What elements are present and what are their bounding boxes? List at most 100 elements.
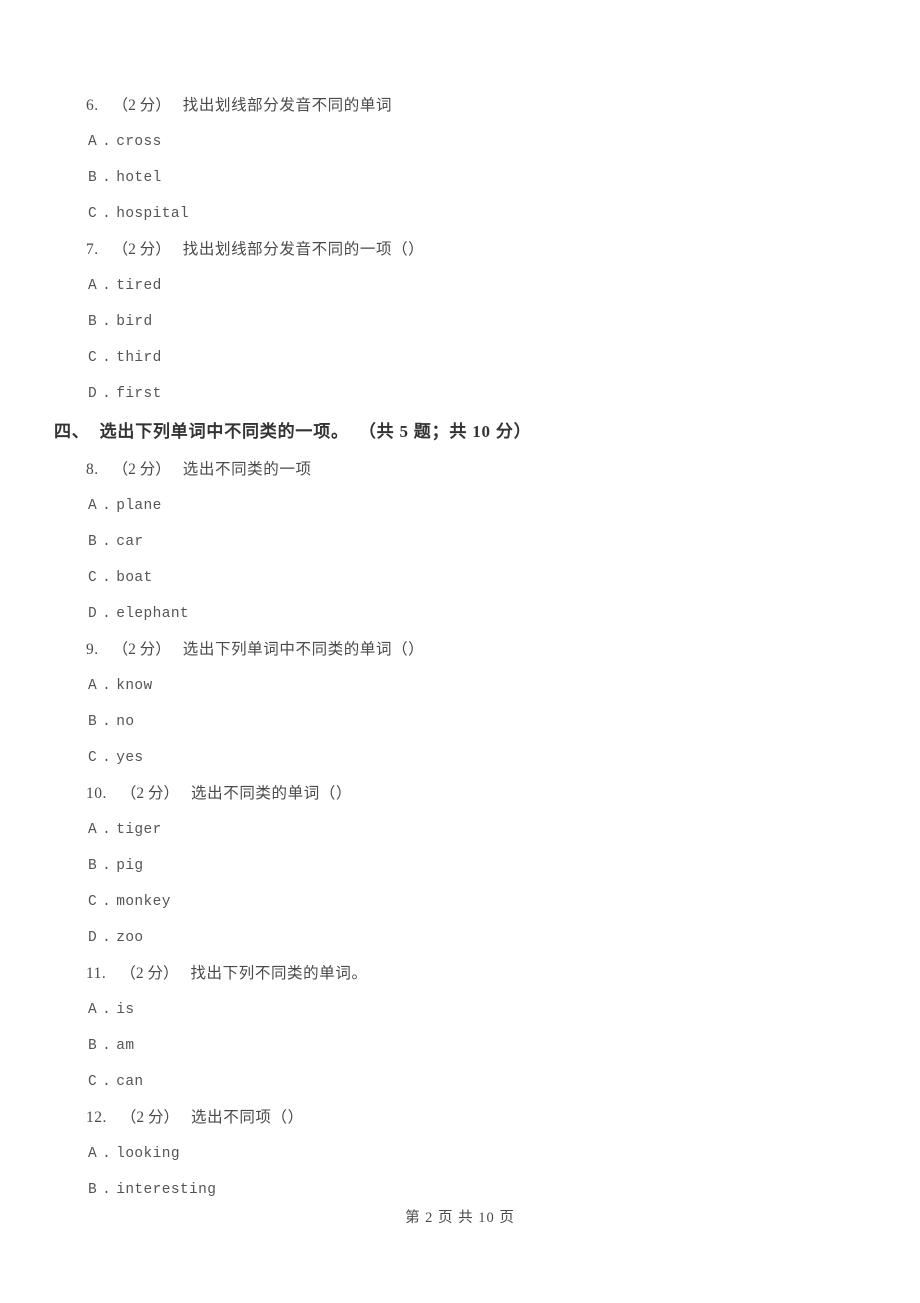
option-letter: D xyxy=(88,386,98,402)
option-text: interesting xyxy=(116,1182,217,1198)
option-separator: . xyxy=(102,206,112,222)
option-separator: . xyxy=(102,134,112,150)
question-option[interactable]: B. pig xyxy=(0,848,920,884)
option-text: third xyxy=(116,350,162,366)
question-text: 找出下列不同类的单词。 xyxy=(190,965,368,982)
question-option[interactable]: A. looking xyxy=(0,1136,920,1172)
option-separator: . xyxy=(102,822,112,838)
option-separator: . xyxy=(102,714,112,730)
option-text: zoo xyxy=(116,930,144,946)
question-stem: 9. （2 分） 选出下列单词中不同类的单词（ ） xyxy=(0,632,920,668)
question-score: （2 分） xyxy=(120,1109,180,1126)
question-option[interactable]: A. know xyxy=(0,668,920,704)
option-text: plane xyxy=(116,498,162,514)
option-letter: B xyxy=(88,858,98,874)
question-option[interactable]: C. can xyxy=(0,1064,920,1100)
option-letter: D xyxy=(88,930,98,946)
option-letter: A xyxy=(88,678,98,694)
question-option[interactable]: C. third xyxy=(0,340,920,376)
option-separator: . xyxy=(102,678,112,694)
option-separator: . xyxy=(102,314,112,330)
question-text: 选出不同项（ xyxy=(191,1109,288,1126)
option-text: pig xyxy=(116,858,144,874)
option-letter: B xyxy=(88,1182,98,1198)
option-text: monkey xyxy=(116,894,171,910)
question-option[interactable]: C. monkey xyxy=(0,884,920,920)
question-option[interactable]: D. first xyxy=(0,376,920,412)
option-text: is xyxy=(116,1002,135,1018)
answer-blank[interactable]: ） xyxy=(408,232,424,268)
question-score: （2 分） xyxy=(120,785,180,802)
question-option[interactable]: A. tired xyxy=(0,268,920,304)
question-option[interactable]: B. am xyxy=(0,1028,920,1064)
option-separator: . xyxy=(102,750,112,766)
option-letter: B xyxy=(88,170,98,186)
option-separator: . xyxy=(102,1182,112,1198)
section-heading: 四、 选出下列单词中不同类的一项。 （共 5 题；共 10 分） xyxy=(0,412,920,452)
option-letter: B xyxy=(88,314,98,330)
section-title: 选出下列单词中不同类的一项。 xyxy=(99,422,349,441)
question-text: 选出不同类的单词（ xyxy=(191,785,336,802)
question-stem: 12. （2 分） 选出不同项（ ） xyxy=(0,1100,920,1136)
question-stem: 7. （2 分） 找出划线部分发音不同的一项（ ） xyxy=(0,232,920,268)
option-text: boat xyxy=(116,570,153,586)
option-text: can xyxy=(116,1074,144,1090)
question-option[interactable]: A. tiger xyxy=(0,812,920,848)
exam-content: 6. （2 分） 找出划线部分发音不同的单词 A. cross B. hotel C. hosp… xyxy=(0,88,920,1208)
question-option[interactable]: B. car xyxy=(0,524,920,560)
question-option[interactable]: C. boat xyxy=(0,560,920,596)
option-separator: . xyxy=(102,534,112,550)
question-option[interactable]: B. hotel xyxy=(0,160,920,196)
option-letter: A xyxy=(88,1146,98,1162)
question-number: 6. xyxy=(86,97,99,114)
question-option[interactable]: D. zoo xyxy=(0,920,920,956)
option-letter: C xyxy=(88,1074,98,1090)
option-letter: B xyxy=(88,1038,98,1054)
option-text: know xyxy=(116,678,153,694)
question-option[interactable]: D. elephant xyxy=(0,596,920,632)
option-text: cross xyxy=(116,134,162,150)
question-text: 选出不同类的一项 xyxy=(182,461,312,478)
option-letter: A xyxy=(88,278,98,294)
exam-page: 6. （2 分） 找出划线部分发音不同的单词 A. cross B. hotel C. hosp… xyxy=(0,0,920,1303)
question-option[interactable]: A. is xyxy=(0,992,920,1028)
question-score: （2 分） xyxy=(112,241,171,258)
question-score: （2 分） xyxy=(112,461,171,478)
question-text: 找出划线部分发音不同的单词 xyxy=(182,97,393,114)
question-option[interactable]: A. cross xyxy=(0,124,920,160)
option-letter: C xyxy=(88,350,98,366)
option-text: first xyxy=(116,386,162,402)
answer-blank[interactable]: ） xyxy=(408,632,424,668)
question-option[interactable]: B. bird xyxy=(0,304,920,340)
section-meta: （共 5 题；共 10 分） xyxy=(358,422,532,441)
option-separator: . xyxy=(102,1146,112,1162)
option-separator: . xyxy=(102,858,112,874)
option-letter: B xyxy=(88,714,98,730)
option-separator: . xyxy=(102,1002,112,1018)
option-text: elephant xyxy=(116,606,190,622)
question-option[interactable]: C. yes xyxy=(0,740,920,776)
question-option[interactable]: B. no xyxy=(0,704,920,740)
question-number: 9. xyxy=(86,641,99,658)
answer-blank[interactable]: ） xyxy=(336,776,352,812)
option-text: am xyxy=(116,1038,135,1054)
option-separator: . xyxy=(102,570,112,586)
option-text: no xyxy=(116,714,135,730)
option-letter: A xyxy=(88,1002,98,1018)
option-letter: A xyxy=(88,134,98,150)
question-number: 11. xyxy=(86,965,107,982)
option-letter: C xyxy=(88,894,98,910)
option-text: car xyxy=(116,534,144,550)
answer-blank[interactable]: ） xyxy=(288,1100,304,1136)
option-letter: C xyxy=(88,750,98,766)
option-separator: . xyxy=(102,1074,112,1090)
question-option[interactable]: C. hospital xyxy=(0,196,920,232)
option-text: bird xyxy=(116,314,153,330)
option-separator: . xyxy=(102,350,112,366)
question-option[interactable]: B. interesting xyxy=(0,1172,920,1208)
option-separator: . xyxy=(102,386,112,402)
question-score: （2 分） xyxy=(112,97,171,114)
question-score: （2 分） xyxy=(120,965,179,982)
question-option[interactable]: A. plane xyxy=(0,488,920,524)
option-separator: . xyxy=(102,278,112,294)
